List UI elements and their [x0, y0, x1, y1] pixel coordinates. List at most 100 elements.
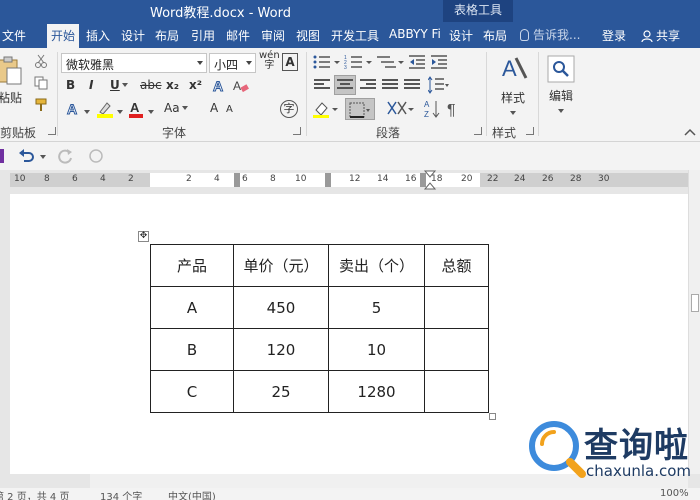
tab-home[interactable]: 开始 — [47, 24, 80, 48]
character-border-button[interactable]: A — [282, 53, 298, 71]
font-name-combo[interactable]: 微软雅黑 — [61, 53, 207, 73]
align-center-button[interactable] — [334, 75, 356, 95]
numbering-icon[interactable]: 123 — [344, 54, 372, 70]
share-button[interactable]: 共享 — [641, 27, 680, 44]
svg-text:3: 3 — [344, 65, 347, 70]
table-cell[interactable]: 5 — [328, 286, 425, 329]
column-marker[interactable] — [325, 173, 331, 187]
font-launcher[interactable] — [293, 127, 301, 135]
highlight-icon[interactable] — [96, 100, 114, 118]
styles-launcher[interactable] — [526, 127, 534, 135]
sign-in-link[interactable]: 登录 — [602, 27, 626, 44]
shrink-font-button[interactable]: A — [226, 104, 233, 115]
font-color-icon[interactable]: A — [128, 100, 144, 118]
tab-view[interactable]: 视图 — [296, 27, 320, 44]
table-cell[interactable]: 总额 — [424, 244, 489, 287]
clipboard-launcher[interactable] — [48, 127, 56, 135]
chevron-down-icon[interactable] — [40, 155, 46, 159]
decrease-indent-icon[interactable] — [408, 54, 426, 70]
strikethrough-button[interactable]: abc — [140, 78, 162, 92]
table-cell[interactable] — [424, 370, 489, 413]
tab-design[interactable]: 设计 — [121, 27, 145, 44]
grow-font-button[interactable]: A — [210, 101, 218, 115]
tab-review[interactable]: 审阅 — [261, 27, 285, 44]
enclose-characters-button[interactable]: 字 — [280, 100, 298, 118]
paragraph-launcher[interactable] — [474, 127, 482, 135]
table-cell[interactable] — [424, 328, 489, 371]
show-marks-icon[interactable]: ¶ — [446, 99, 462, 119]
line-spacing-icon[interactable] — [428, 76, 450, 94]
table-cell[interactable]: 10 — [328, 328, 425, 371]
italic-button[interactable]: I — [89, 78, 93, 92]
zoom-level[interactable]: 100% — [660, 488, 689, 499]
table-cell[interactable]: 25 — [233, 370, 329, 413]
table-cell[interactable]: 1280 — [328, 370, 425, 413]
increase-indent-icon[interactable] — [430, 54, 448, 70]
justify-icon[interactable] — [382, 79, 398, 91]
phonetic-guide-button[interactable]: wén 字 — [259, 51, 280, 71]
horizontal-ruler[interactable]: 10 8 6 4 2 2 4 6 8 10 12 14 16 18 20 22 … — [0, 170, 688, 190]
table-cell[interactable]: B — [150, 328, 234, 371]
table-cell[interactable]: 产品 — [150, 244, 234, 287]
tab-developer[interactable]: 开发工具 — [331, 27, 379, 44]
word-count[interactable]: 134 个字 — [100, 488, 142, 500]
tab-layout[interactable]: 布局 — [155, 27, 179, 44]
multilevel-list-icon[interactable] — [376, 54, 404, 70]
clear-formatting-icon[interactable]: A — [232, 78, 250, 94]
font-size-combo[interactable]: 小四 — [209, 53, 256, 73]
table-cell[interactable]: 卖出（个） — [328, 244, 425, 287]
undo-icon[interactable] — [18, 148, 36, 164]
paste-button[interactable]: 粘贴 — [0, 56, 24, 106]
superscript-button[interactable]: x² — [189, 78, 202, 92]
language-indicator[interactable]: 中文(中国) — [168, 488, 216, 500]
table-resize-handle[interactable] — [489, 413, 496, 420]
text-effects-icon[interactable]: A — [212, 78, 230, 94]
table-move-handle-icon[interactable]: ✥ — [138, 231, 149, 242]
tab-table-design[interactable]: 设计 — [449, 27, 473, 44]
tab-file[interactable]: 文件 — [2, 27, 26, 44]
tell-me-box[interactable]: 告诉我... — [520, 26, 580, 43]
collapse-ribbon-icon[interactable] — [684, 128, 696, 136]
page-count[interactable]: 第 2 页，共 4 页 — [0, 488, 69, 500]
cut-icon[interactable] — [34, 54, 48, 68]
table-cell[interactable]: 120 — [233, 328, 329, 371]
format-painter-icon[interactable] — [34, 98, 48, 112]
scroll-thumb[interactable] — [691, 294, 699, 312]
distributed-icon[interactable] — [404, 79, 420, 91]
align-right-icon[interactable] — [360, 79, 376, 91]
chinese-layout-icon[interactable] — [386, 100, 414, 118]
chevron-down-icon[interactable] — [117, 110, 123, 114]
align-left-icon[interactable] — [314, 79, 330, 91]
table-cell[interactable]: C — [150, 370, 234, 413]
editing-button[interactable]: 编辑 — [544, 54, 578, 118]
tab-references[interactable]: 引用 — [191, 27, 215, 44]
svg-text:Z: Z — [424, 110, 429, 119]
styles-button[interactable]: A 样式 — [494, 54, 532, 120]
chevron-down-icon[interactable] — [148, 110, 154, 114]
save-icon[interactable] — [0, 149, 4, 163]
sort-icon[interactable]: AZ — [424, 99, 442, 119]
data-table[interactable]: 产品 单价（元） 卖出（个） 总额 A 450 5 B 120 10 C 25 … — [150, 244, 489, 413]
magnifier-logo-icon — [529, 421, 586, 478]
text-effects-a-icon[interactable]: A — [66, 101, 80, 117]
bold-button[interactable]: B — [66, 78, 75, 92]
borders-button[interactable] — [345, 98, 375, 120]
underline-button[interactable]: U — [110, 78, 128, 92]
copy-icon[interactable] — [34, 76, 48, 90]
chevron-down-icon[interactable] — [84, 110, 90, 114]
indent-marker-icon[interactable] — [424, 170, 436, 190]
tab-insert[interactable]: 插入 — [86, 27, 110, 44]
table-cell[interactable]: 单价（元） — [233, 244, 329, 287]
subscript-button[interactable]: x₂ — [166, 78, 179, 92]
tab-mailings[interactable]: 邮件 — [226, 27, 250, 44]
table-cell[interactable] — [424, 286, 489, 329]
change-case-button[interactable]: Aa — [164, 101, 188, 115]
column-marker[interactable] — [234, 173, 240, 187]
shading-icon[interactable] — [312, 100, 340, 118]
table-cell[interactable]: 450 — [233, 286, 329, 329]
tab-table-layout[interactable]: 布局 — [483, 27, 507, 44]
tab-abbyy[interactable]: ABBYY Fi — [389, 27, 441, 41]
bullets-icon[interactable] — [312, 54, 340, 70]
svg-text:A: A — [67, 101, 77, 117]
table-cell[interactable]: A — [150, 286, 234, 329]
